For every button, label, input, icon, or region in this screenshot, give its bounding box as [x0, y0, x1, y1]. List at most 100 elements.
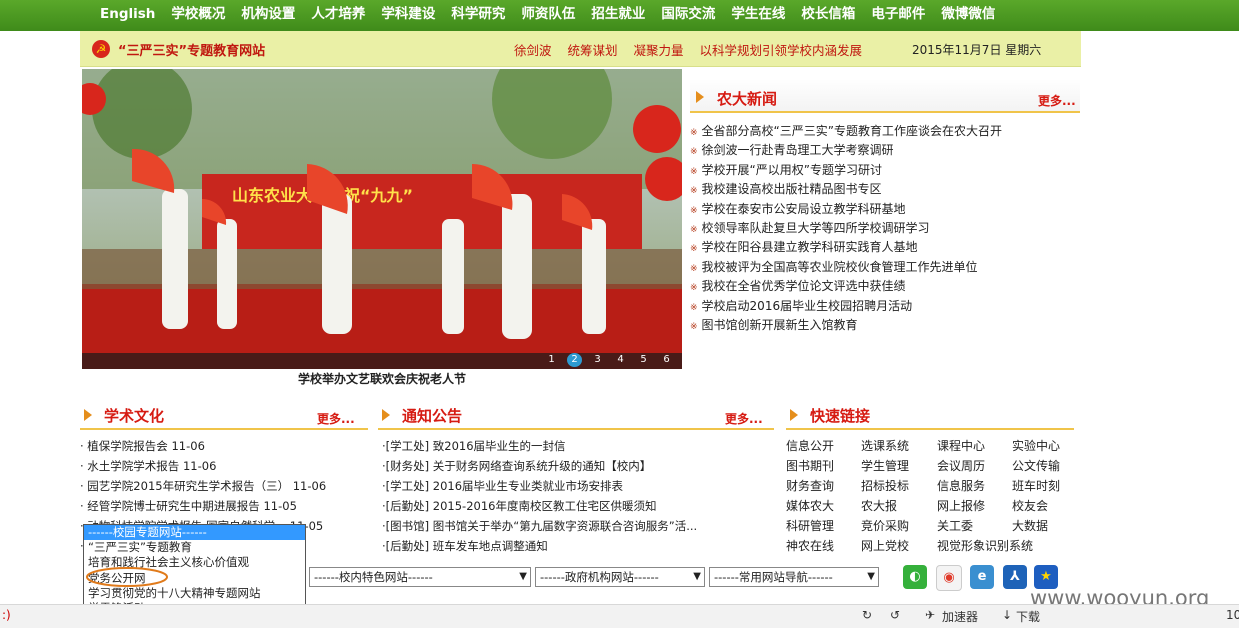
academic-title: 学术文化	[104, 407, 165, 425]
slideshow-caption[interactable]: 学校举办文艺联欢会庆祝老人节	[82, 370, 682, 387]
quicklink[interactable]: 科研管理	[786, 516, 861, 536]
quicklink[interactable]: 公文传输	[1012, 456, 1082, 476]
wechat-icon[interactable]: ◐	[903, 565, 927, 589]
slideshow-photo[interactable]: 山东农业大学庆祝“九九” 123456	[82, 69, 682, 369]
quicklink[interactable]: 班车时刻	[1012, 476, 1082, 496]
news-header: 农大新闻 更多...	[690, 79, 1080, 113]
headline-link[interactable]: 以科学规划引领学校内涵发展	[700, 40, 863, 59]
dropdown-option[interactable]: ------校园专题网站------	[84, 525, 305, 541]
academic-item[interactable]: · 植保学院报告会 11-06	[80, 436, 326, 456]
select-value: ------校内特色网站------	[314, 570, 433, 584]
quicklink[interactable]: 视觉形象识别系统	[937, 536, 1033, 556]
quicklink[interactable]: 信息公开	[786, 436, 861, 456]
academic-header: 学术文化 更多...	[80, 402, 368, 430]
slide-page-button[interactable]: 1	[544, 353, 559, 367]
headline-link[interactable]: 凝聚力量	[634, 40, 684, 59]
slide-page-button[interactable]: 2	[567, 353, 582, 367]
campus-sites-select[interactable]: ------校内特色网站------ ▼	[309, 567, 531, 587]
notice-item[interactable]: ·[图书馆] 图书馆关于举办“第九届数字资源联合咨询服务”活...	[382, 516, 697, 536]
news-more-link[interactable]: 更多...	[1038, 92, 1076, 109]
nav-item[interactable]: 师资队伍	[513, 0, 583, 31]
academic-item[interactable]: · 园艺学院2015年研究生学术报告（三） 11-06	[80, 476, 326, 496]
academic-item[interactable]: · 水土学院学术报告 11-06	[80, 456, 326, 476]
dropdown-option[interactable]: 学习贯彻党的十八大精神专题网站	[84, 586, 305, 601]
quicklink[interactable]: 课程中心	[937, 436, 1012, 456]
chevron-down-icon: ▼	[867, 571, 875, 582]
common-sites-select[interactable]: ------常用网站导航------ ▼	[709, 567, 879, 587]
quicklink[interactable]: 招标投标	[861, 476, 937, 496]
quicklink[interactable]: 学生管理	[861, 456, 937, 476]
academic-more-link[interactable]: 更多...	[317, 410, 355, 427]
download-button[interactable]: 下载	[1016, 608, 1040, 625]
government-sites-select[interactable]: ------政府机构网站------ ▼	[535, 567, 705, 587]
adobe-icon[interactable]: ⅄	[1003, 565, 1027, 589]
quicklink[interactable]: 校友会	[1012, 496, 1082, 516]
quicklink[interactable]: 财务查询	[786, 476, 861, 496]
nav-item[interactable]: English	[92, 0, 163, 31]
nav-item[interactable]: 人才培养	[303, 0, 373, 31]
quicklink[interactable]: 竞价采购	[861, 516, 937, 536]
history-icon[interactable]: ↺	[890, 608, 900, 622]
academic-item[interactable]: · 经管学院博士研究生中期进展报告 11-05	[80, 496, 326, 516]
nav-item[interactable]: 微博微信	[933, 0, 1003, 31]
notices-more-link[interactable]: 更多...	[725, 410, 763, 427]
nav-menu: English 学校概况 机构设置 人才培养 学科建设 科学研究 师资队伍 招生就业 国际交流学…	[92, 0, 1003, 31]
nav-item[interactable]: 学校概况	[163, 0, 233, 31]
slide-page-button[interactable]: 4	[613, 353, 628, 367]
nav-item[interactable]: 科学研究	[443, 0, 513, 31]
quicklink[interactable]: 神农在线	[786, 536, 861, 556]
nav-item[interactable]: 机构设置	[233, 0, 303, 31]
quicklink[interactable]: 信息服务	[937, 476, 1012, 496]
news-item[interactable]: 学校在泰安市公安局设立教学科研基地	[690, 200, 1002, 219]
quicklinks-title: 快速链接	[810, 407, 871, 425]
quicklink[interactable]: 会议周历	[937, 456, 1012, 476]
notice-item[interactable]: ·[学工处] 2016届毕业生专业类就业市场安排表	[382, 476, 697, 496]
news-item[interactable]: 图书馆创新开展新生入馆教育	[690, 316, 1002, 335]
slide-page-button[interactable]: 3	[590, 353, 605, 367]
news-panel: 农大新闻 更多... 全省部分高校“三严三实”专题教育工作座谈会在农大召开徐剑波…	[690, 79, 1080, 339]
news-item[interactable]: 全省部分高校“三严三实”专题教育工作座谈会在农大召开	[690, 122, 1002, 141]
news-item[interactable]: 徐剑波一行赴青岛理工大学考察调研	[690, 141, 1002, 160]
notice-item[interactable]: ·[后勤处] 2015-2016年度南校区教工住宅区供暖须知	[382, 496, 697, 516]
quicklinks-header: 快速链接	[786, 402, 1074, 430]
slide-page-button[interactable]: 5	[636, 353, 651, 367]
notice-item[interactable]: ·[学工处] 致2016届毕业生的一封信	[382, 436, 697, 456]
top-navigation: English 学校概况 机构设置 人才培养 学科建设 科学研究 师资队伍 招生就业 国际交流学…	[0, 0, 1239, 31]
dropdown-option[interactable]: “三严三实”专题教育	[84, 540, 305, 555]
nav-item[interactable]: 招生就业	[583, 0, 653, 31]
quicklink[interactable]: 媒体农大	[786, 496, 861, 516]
notice-item[interactable]: ·[财务处] 关于财务网络查询系统升级的通知【校内】	[382, 456, 697, 476]
news-item[interactable]: 学校启动2016届毕业生校园招聘月活动	[690, 297, 1002, 316]
news-item[interactable]: 我校建设高校出版社精品图书专区	[690, 180, 1002, 199]
notice-item[interactable]: ·[后勤处] 班车发车地点调整通知	[382, 536, 697, 556]
nav-item[interactable]: 国际交流	[653, 0, 723, 31]
weibo-icon[interactable]: ◉	[936, 565, 962, 591]
web-icon[interactable]: e	[970, 565, 994, 589]
nav-item[interactable]: 校长信箱	[793, 0, 863, 31]
quicklink[interactable]: 农大报	[861, 496, 937, 516]
news-item[interactable]: 学校开展“严以用权”专题学习研讨	[690, 161, 1002, 180]
news-item[interactable]: 校领导率队赴复旦大学等四所学校调研学习	[690, 219, 1002, 238]
headline-link[interactable]: 统筹谋划	[568, 40, 618, 59]
quicklink[interactable]: 实验中心	[1012, 436, 1082, 456]
nav-item[interactable]: 学生在线	[723, 0, 793, 31]
quicklink[interactable]: 网上报修	[937, 496, 1012, 516]
news-item[interactable]: 我校在全省优秀学位论文评选中获佳绩	[690, 277, 1002, 296]
quicklink[interactable]: 图书期刊	[786, 456, 861, 476]
slide-page-button[interactable]: 6	[659, 353, 674, 367]
refresh-icon[interactable]: ↻	[862, 608, 872, 622]
news-list: 全省部分高校“三严三实”专题教育工作座谈会在农大召开徐剑波一行赴青岛理工大学考察…	[690, 122, 1002, 335]
news-title: 农大新闻	[717, 90, 778, 108]
special-site-title[interactable]: “三严三实”专题教育网站	[118, 40, 265, 59]
nav-item[interactable]: 电子邮件	[863, 0, 933, 31]
quicklink[interactable]: 网上党校	[861, 536, 937, 556]
quicklink[interactable]: 选课系统	[861, 436, 937, 456]
nav-item[interactable]: 学科建设	[373, 0, 443, 31]
headline-link[interactable]: 徐剑波	[514, 40, 552, 59]
news-item[interactable]: 学校在阳谷县建立教学科研实践育人基地	[690, 238, 1002, 257]
arrow-icon	[84, 409, 92, 421]
quicklink[interactable]: 关工委	[937, 516, 1012, 536]
quicklink[interactable]: 大数据	[1012, 516, 1082, 536]
news-item[interactable]: 我校被评为全国高等农业院校伙食管理工作先进单位	[690, 258, 1002, 277]
accelerator-button[interactable]: 加速器	[942, 608, 978, 625]
